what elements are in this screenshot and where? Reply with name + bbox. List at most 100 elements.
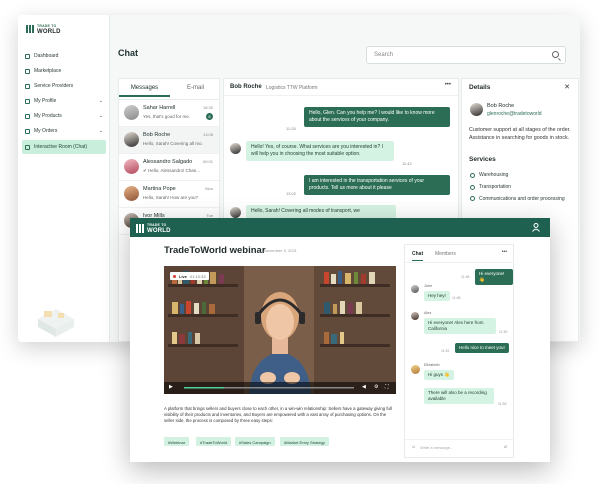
service-item: Warehousing [470,172,508,178]
webinar-description: A platform that brings sellers and buyer… [164,406,392,423]
message-bubble-out: I am interested in the transportation se… [304,175,450,195]
nav-service-providers[interactable]: Service Providers [22,79,106,93]
emoji-icon[interactable]: ☺ [411,444,416,450]
chat-sender: John [424,284,433,288]
play-icon[interactable]: ▶ [169,384,173,390]
nav-dashboard[interactable]: Dashboard [22,49,106,63]
live-label: Live [179,273,188,279]
page-title: Chat [118,48,138,58]
nav-interactive-room[interactable]: Interactive Room (Chat) [22,140,106,154]
service-item: Transportation [470,184,511,190]
chat-time: 11:48 [452,296,461,300]
conversation-time: Mon [205,186,213,191]
more-options-icon[interactable]: ••• [502,249,507,255]
chat-sender: Elizabeth [424,363,440,367]
tab-messages[interactable]: Messages [119,85,170,97]
brand-line2: WORLD [37,29,61,35]
contact-name: Bob Roche [487,103,515,109]
avatar [470,103,483,116]
avatar [230,143,241,154]
avatar [411,365,420,374]
chat-time: 11:51 [441,349,450,353]
orders-icon [25,128,30,134]
nav-marketplace[interactable]: Marketplace [22,64,106,78]
tag-chip[interactable]: #TradeToWorld [196,437,232,446]
settings-icon[interactable]: ⚙ [374,384,378,390]
service-item: Communications and order processing [470,196,570,203]
search-icon[interactable] [552,51,559,58]
chat-divider [405,262,513,263]
profile-icon [25,98,30,104]
chat-time: 11:53 [498,402,507,406]
volume-icon[interactable]: ◀ [362,384,366,390]
message-time: 11:42 [402,161,412,166]
conversation-time: 00:01 [202,159,213,164]
service-label: Warehousing [479,172,509,178]
conversation-preview: Yes, that's good for me. [143,114,190,119]
nav-my-orders[interactable]: My Orders ⌄ [22,124,106,138]
chat-bubble-in: Hey hey! [424,291,450,301]
close-icon[interactable]: ✕ [564,83,570,91]
tab-chat[interactable]: Chat [412,251,424,261]
document-icon [470,196,475,201]
chevron-down-icon: ⌄ [98,98,103,104]
service-providers-icon [25,83,30,89]
brand-logo[interactable]: TRADE TO WORLD [26,23,61,35]
search-placeholder: Search [374,52,394,58]
tag-chip[interactable]: #Webinar [164,437,190,446]
nav-label: My Products [34,113,62,119]
tag-chip[interactable]: #Market Entry Strategy [280,437,329,446]
tag-chip[interactable]: #Sales Campaign [235,437,275,446]
conversation-name: Sahar Harrell [143,105,176,111]
avatar [124,186,139,201]
message-input[interactable]: Write a message... [420,445,453,450]
nav-label: Marketplace [34,68,62,74]
brand-logo[interactable]: TRADE TO WORLD [136,222,171,234]
conversation-name: Martina Pope [143,186,176,192]
conversation-name: Bob Roche [143,132,171,138]
fullscreen-icon[interactable]: ⛶ [385,384,389,390]
chat-bubble-in: There will also be a recording available [424,388,494,404]
input-divider [405,439,513,440]
webinar-date: November 5, 2021 [264,248,297,253]
logo-icon [136,223,144,233]
avatar [124,105,139,120]
conversation-item[interactable]: Sahar Harrell Yes, that's good for me. 1… [119,100,219,127]
avatar [124,159,139,174]
chevron-down-icon: ⌄ [98,113,103,119]
live-time: 01:10:33 [190,273,206,279]
nav-label: Service Providers [34,83,74,89]
conversation-item[interactable]: Bob Roche Hello, Sarah! Covering all mo.… [119,127,219,154]
webinar-window: TRADE TO WORLD TradeToWorld webinar Nove… [130,218,550,462]
contact-description: Customer support at all stages of the or… [469,127,571,141]
more-options-icon[interactable]: ••• [445,82,451,88]
sidebar: TRADE TO WORLD Dashboard Marketplace Ser… [18,15,110,342]
details-title: Details [469,84,491,91]
chat-bubble-in: Hi guys 👋 [424,370,454,380]
attach-icon[interactable]: ⌀ [504,444,507,450]
thread-contact-name: Bob Roche [230,84,262,90]
marketplace-icon [25,68,30,74]
conversation-item[interactable]: Martina Pope Hello, Sarah! How are you? … [119,181,219,208]
nav-label: My Orders [34,128,58,134]
nav-my-profile[interactable]: My Profile ⌄ [22,94,106,108]
chat-sender: Alex [424,311,432,315]
service-label: Transportation [479,184,512,190]
dashboard-icon [25,53,30,59]
message-bubble-in: Hello! Yes, of course. What services are… [246,141,394,161]
tab-email[interactable]: E-mail [170,85,221,91]
user-icon[interactable] [532,223,540,232]
nav-my-products[interactable]: My Products ⌄ [22,109,106,123]
video-player[interactable]: Live 01:10:33 ▶ ◀ ⚙ ⛶ [164,266,396,394]
brand-line2: WORLD [147,228,171,234]
chat-bubble-out: Hello nice to meet you! [455,343,509,353]
conversation-preview: Hello, Sarah! Covering all mo... [143,141,203,146]
video-frame [164,266,396,394]
contact-email[interactable]: glenroche@tradetoworld [487,111,542,117]
conversation-preview: Hello, Sarah! How are you? [143,195,199,200]
search-input[interactable]: Search [366,46,566,64]
message-bubble-out: Hello, Glen. Can you help me? I would li… [304,107,450,127]
conversation-item[interactable]: Alessandro Salgado ✔ Hello, Alessandro! … [119,154,219,181]
warehouse-icon [470,172,475,178]
tab-members[interactable]: Members [435,251,456,257]
